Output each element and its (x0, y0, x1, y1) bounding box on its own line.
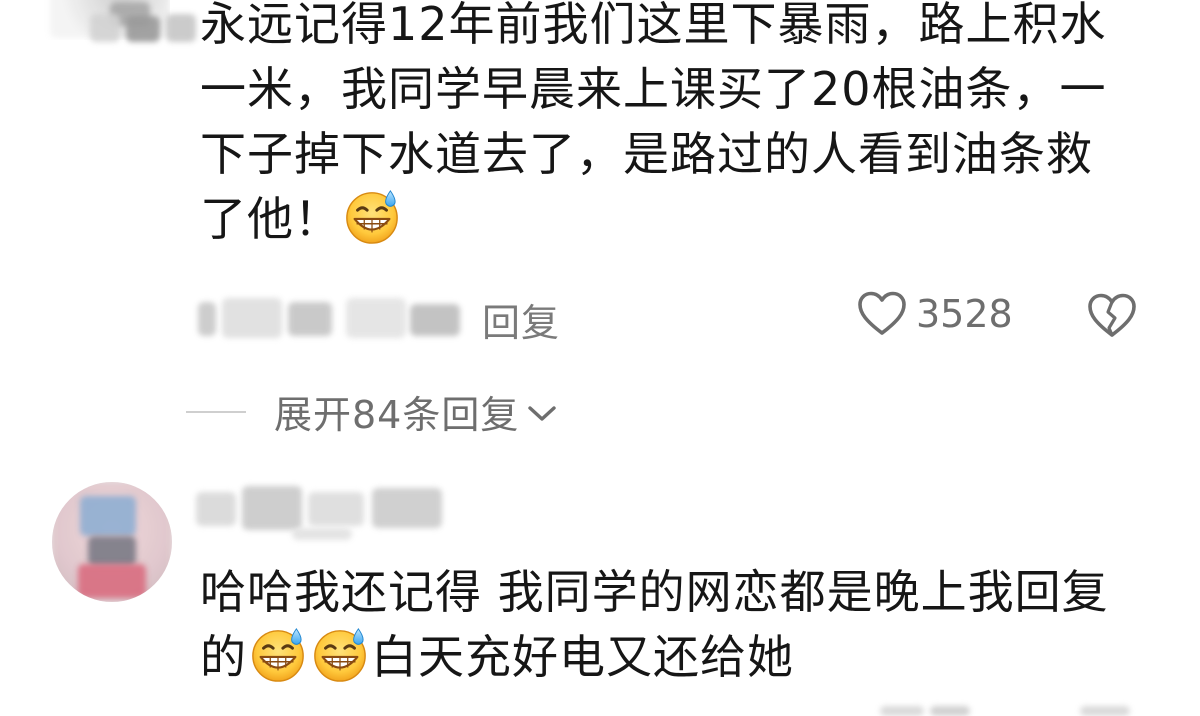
comment-meta-row-cropped (880, 706, 1140, 716)
comment-text: 哈哈我还记得 我同学的网恋都是晚上我回复 的 白天充好电又还给她 (200, 560, 1109, 690)
avatar[interactable] (52, 482, 172, 602)
grinning-sweat-emoji (343, 187, 401, 245)
expand-replies[interactable]: 展开84条回复 (186, 384, 559, 439)
reply-button[interactable]: 回复 (482, 292, 560, 347)
like-count: 3528 (916, 292, 1013, 336)
chevron-down-icon (528, 405, 557, 421)
comment-meta-row: 回复 3528 (196, 288, 1156, 348)
comment-line-end: 白天充好电又还给她 (371, 630, 794, 684)
comment-line: 下子掉下水道去了，是路过的人看到油条救 (200, 127, 1093, 181)
comment-line: 了他！ (200, 192, 341, 246)
comment-line-start: 的 (200, 630, 247, 684)
grinning-sweat-emoji (249, 625, 307, 683)
username-blurred[interactable] (196, 482, 456, 542)
expand-replies-label: 展开84条回复 (274, 393, 520, 437)
comment-text: 永远记得12年前我们这里下暴雨，路上积水 一米，我同学早晨来上课买了20根油条，… (200, 0, 1107, 252)
comment-line: 永远记得12年前我们这里下暴雨，路上积水 (200, 0, 1107, 51)
comment-last-line: 了他！ (200, 187, 1107, 252)
broken-heart-icon (1088, 293, 1136, 337)
comment-line: 一米，我同学早晨来上课买了20根油条，一 (200, 62, 1107, 116)
divider-line (186, 410, 246, 413)
timestamp-location-blurred (196, 294, 486, 340)
heart-outline-icon (858, 291, 906, 335)
dislike-button[interactable] (1086, 292, 1138, 344)
comment-line: 哈哈我还记得 我同学的网恋都是晚上我回复 (200, 565, 1109, 619)
comment-line: 的 白天充好电又还给她 (200, 625, 1109, 690)
username-blurred[interactable] (90, 14, 200, 44)
grinning-sweat-emoji (311, 625, 369, 683)
like-button[interactable]: 3528 (856, 290, 1013, 338)
